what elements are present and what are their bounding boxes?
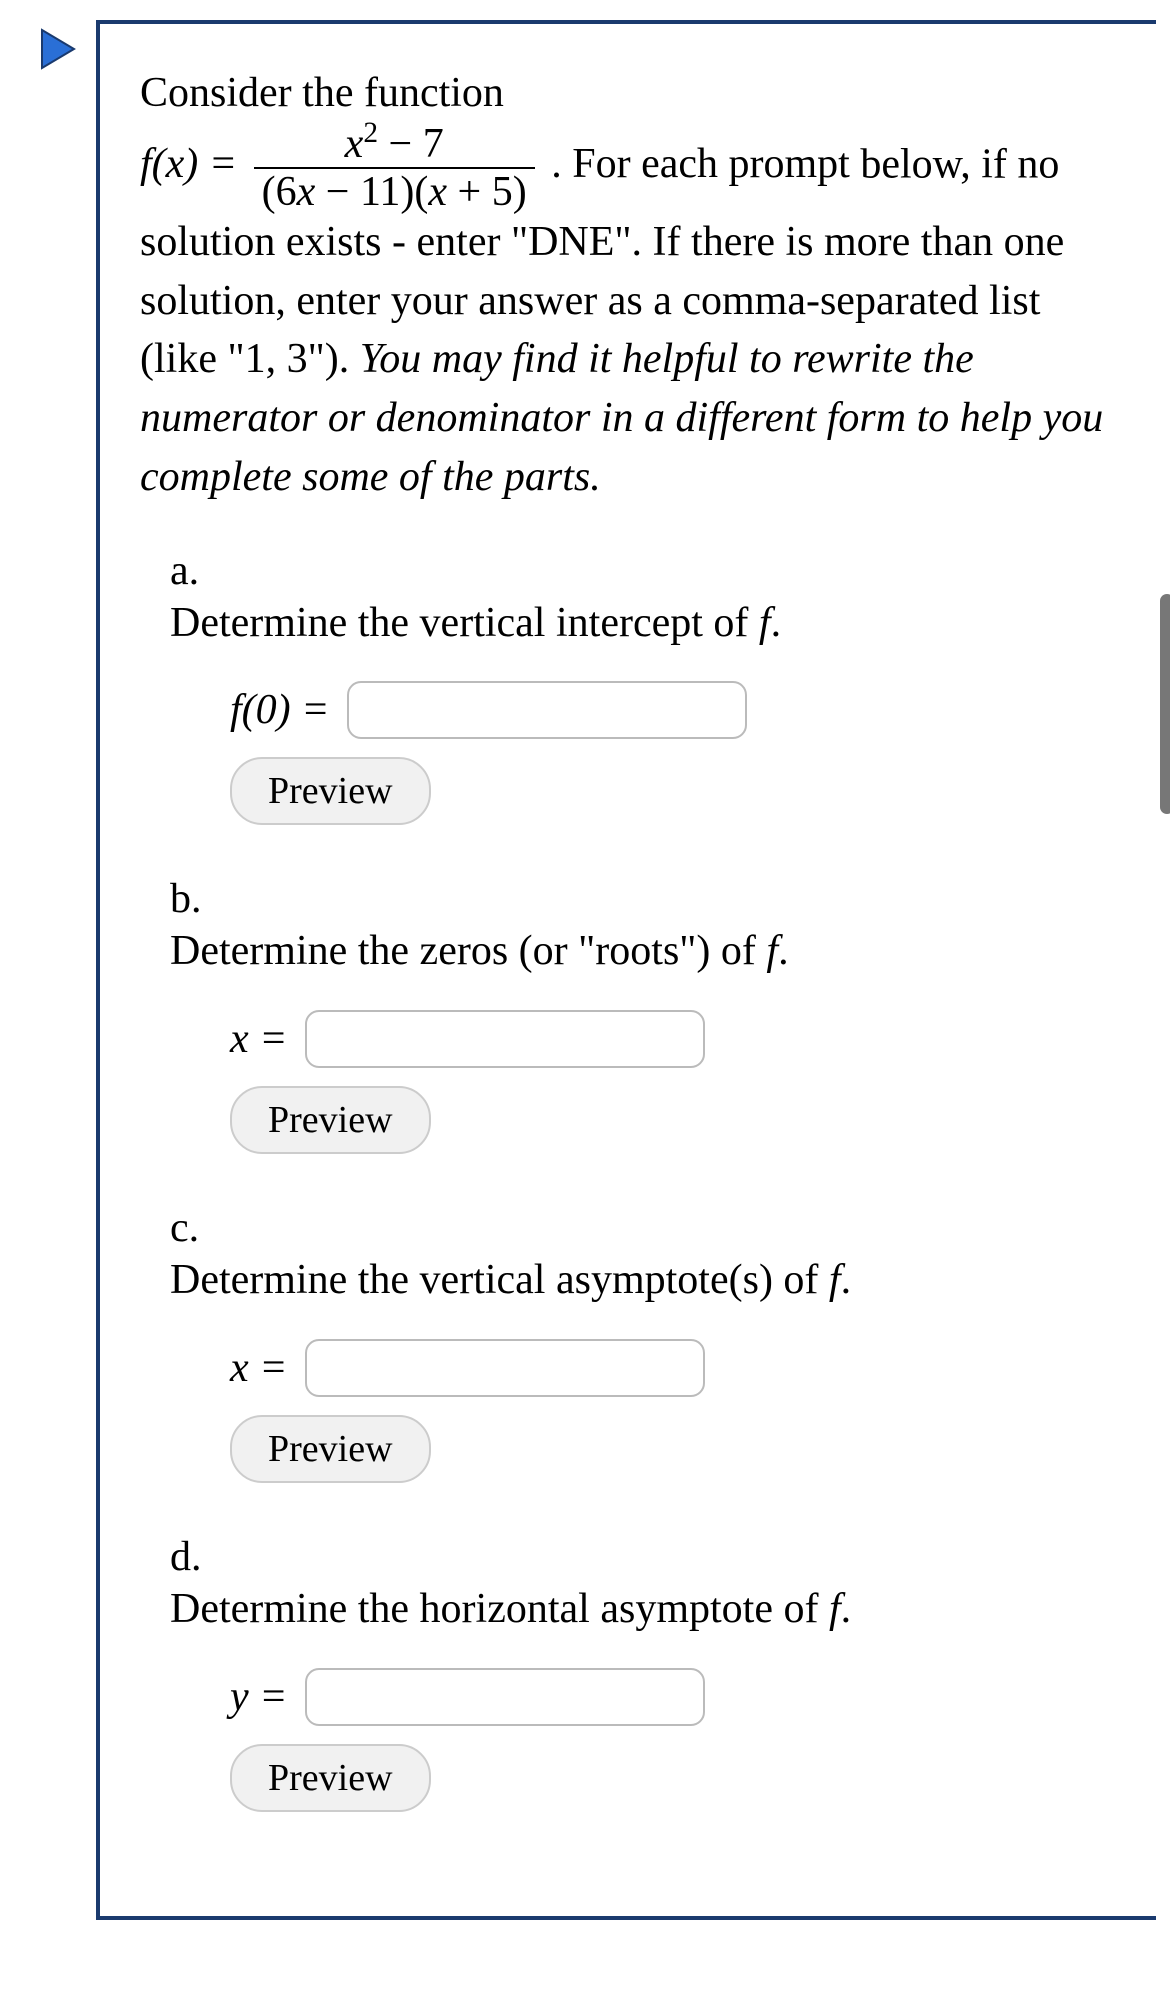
part-c-input[interactable] [305,1339,705,1397]
part-d-label: d. [170,1533,220,1581]
part-d-preview-button[interactable]: Preview [230,1744,431,1812]
part-c-label: c. [170,1204,220,1252]
part-c-answer-label: x = [230,1344,287,1392]
part-d: d. Determine the horizontal asymptote of… [170,1533,1126,1812]
part-b-text: Determine the zeros (or "roots") of f. [170,923,1066,980]
fraction: x2 − 7 (6x − 11)(x + 5) [254,123,535,213]
part-c-answer-row: x = [230,1339,1126,1397]
func-lhs: f(x) = [140,141,248,187]
part-b-input[interactable] [305,1010,705,1068]
part-a: a. Determine the vertical intercept of f… [170,547,1126,826]
question-box: Consider the function f(x) = x2 − 7 (6x … [96,20,1156,1920]
part-d-answer-row: y = [230,1668,1126,1726]
part-b-preview-button[interactable]: Preview [230,1086,431,1154]
part-a-input[interactable] [347,681,747,739]
part-a-text: Determine the vertical intercept of f. [170,595,1066,652]
after-fraction: . For each prompt [551,141,850,187]
part-b-answer-label: x = [230,1015,287,1063]
part-d-input[interactable] [305,1668,705,1726]
part-a-answer-label: f(0) = [230,686,329,734]
part-d-text: Determine the horizontal asymptote of f. [170,1581,1066,1638]
part-a-answer-row: f(0) = [230,681,1126,739]
parts-list: a. Determine the vertical intercept of f… [170,547,1126,1812]
part-b: b. Determine the zeros (or "roots") of f… [170,875,1126,1154]
question-container: Consider the function f(x) = x2 − 7 (6x … [0,0,1170,1920]
intro-text: Consider the function f(x) = x2 − 7 (6x … [140,64,1126,507]
part-a-label: a. [170,547,220,595]
part-c: c. Determine the vertical asymptote(s) o… [170,1204,1126,1483]
scrollbar-thumb[interactable] [1160,594,1170,814]
part-d-answer-label: y = [230,1673,287,1721]
part-c-preview-button[interactable]: Preview [230,1415,431,1483]
intro-line1: Consider the function [140,70,504,116]
part-c-text: Determine the vertical asymptote(s) of f… [170,1252,1066,1309]
part-b-answer-row: x = [230,1010,1126,1068]
denominator: (6x − 11)(x + 5) [254,167,535,213]
play-icon[interactable] [40,28,76,70]
numerator: x2 − 7 [254,123,535,167]
part-a-preview-button[interactable]: Preview [230,757,431,825]
part-b-label: b. [170,875,220,923]
